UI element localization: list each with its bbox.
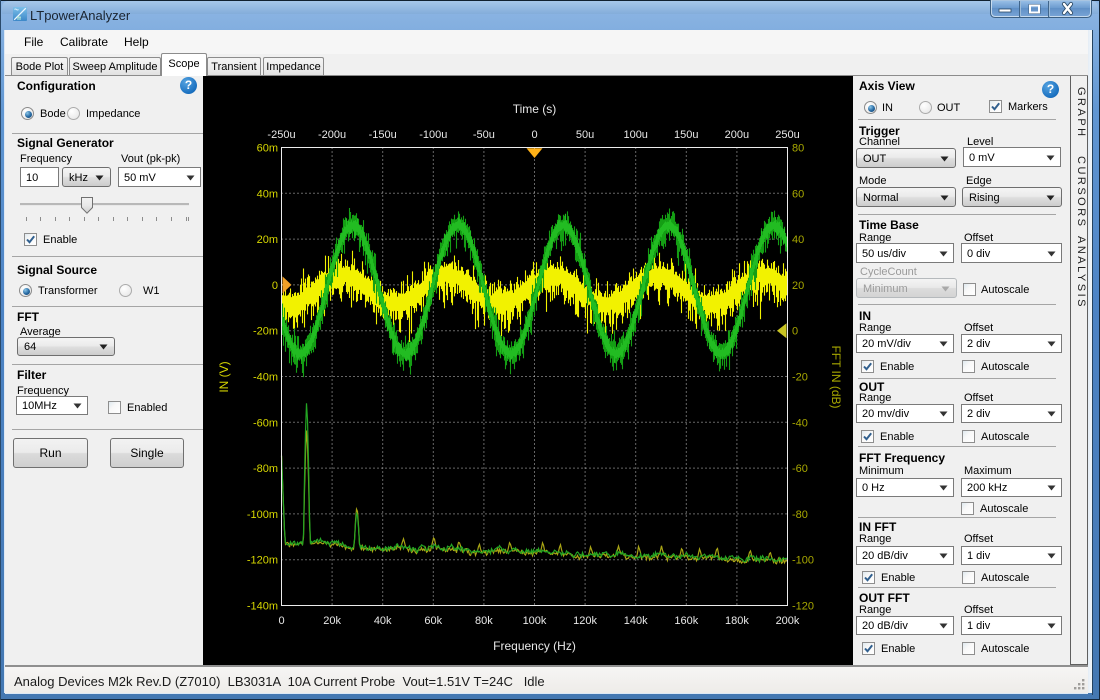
svg-text:-120: -120 [792,601,814,613]
svg-text:-50u: -50u [473,129,495,141]
svg-text:-40m: -40m [253,372,278,384]
svg-text:IN (V): IN (V) [217,361,231,392]
svg-text:-120m: -120m [247,555,278,567]
svg-text:40k: 40k [374,615,392,627]
svg-text:100u: 100u [623,129,647,141]
svg-text:-20m: -20m [253,326,278,338]
svg-text:80k: 80k [475,615,493,627]
svg-text:0: 0 [278,615,284,627]
svg-text:60m: 60m [257,143,278,155]
svg-text:-60m: -60m [253,417,278,429]
svg-text:160k: 160k [674,615,698,627]
svg-text:-60: -60 [792,463,808,475]
svg-text:50u: 50u [576,129,594,141]
svg-text:Frequency (Hz): Frequency (Hz) [493,639,576,653]
svg-text:20: 20 [792,280,804,292]
svg-text:-200u: -200u [318,129,346,141]
svg-text:60k: 60k [424,615,442,627]
svg-text:140k: 140k [624,615,648,627]
svg-text:-140m: -140m [247,601,278,613]
svg-text:-80m: -80m [253,463,278,475]
svg-text:-100u: -100u [419,129,447,141]
svg-text:80: 80 [792,143,804,155]
svg-text:200k: 200k [776,615,800,627]
svg-text:0: 0 [792,326,798,338]
svg-text:-150u: -150u [369,129,397,141]
svg-text:-100: -100 [792,555,814,567]
svg-text:20m: 20m [257,234,278,246]
svg-text:40: 40 [792,234,804,246]
svg-text:-100m: -100m [247,509,278,521]
svg-text:250u: 250u [775,129,799,141]
svg-text:0: 0 [531,129,537,141]
svg-text:180k: 180k [725,615,749,627]
svg-text:20k: 20k [323,615,341,627]
svg-text:120k: 120k [573,615,597,627]
svg-text:60: 60 [792,188,804,200]
svg-text:40m: 40m [257,188,278,200]
svg-text:200u: 200u [725,129,749,141]
svg-text:-20: -20 [792,372,808,384]
svg-text:Time (s): Time (s) [513,102,557,116]
svg-text:-40: -40 [792,417,808,429]
svg-text:-250u: -250u [267,129,295,141]
svg-text:0: 0 [272,280,278,292]
svg-text:150u: 150u [674,129,698,141]
svg-text:FFT IN (dB): FFT IN (dB) [829,345,843,408]
svg-text:-80: -80 [792,509,808,521]
svg-text:100k: 100k [523,615,547,627]
